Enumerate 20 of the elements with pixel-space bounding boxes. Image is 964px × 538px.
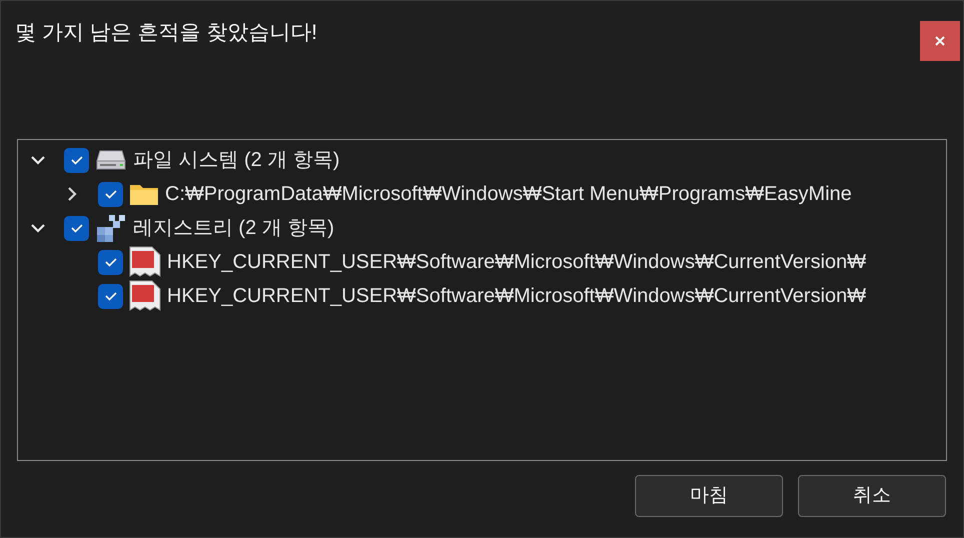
close-button[interactable] [920,21,960,61]
folder-icon [129,182,159,206]
dialog-button[interactable]: 취소 [798,475,946,517]
checkbox[interactable] [64,148,89,172]
cubes-icon [95,213,127,243]
dialog-button[interactable]: 마침 [635,475,783,517]
checkbox[interactable] [98,182,123,206]
string-value-icon [129,246,161,278]
tree-item-label[interactable]: 파일 시스템 (2 개 항목) [133,145,340,175]
tree-item-label[interactable]: HKEY_CURRENT_USER₩Software₩Microsoft₩Windows₩CurrentVersion₩ [167,247,866,277]
checkbox[interactable] [98,284,123,308]
tree-item-label[interactable]: C:₩ProgramData₩Microsoft₩Windows₩Start Menu₩Programs₩EasyMine [165,179,852,209]
tree-item-label[interactable]: HKEY_CURRENT_USER₩Software₩Microsoft₩Windows₩CurrentVersion₩ [167,281,866,311]
close-icon [934,35,946,47]
tree-item-label[interactable]: 레지스트리 (2 개 항목) [133,213,334,243]
checkbox[interactable] [98,250,123,274]
drive-icon [95,149,127,171]
checkbox[interactable] [64,216,89,240]
string-value-icon [129,280,161,312]
window-title: 몇 가지 남은 흔적을 찾았습니다! [15,20,318,46]
